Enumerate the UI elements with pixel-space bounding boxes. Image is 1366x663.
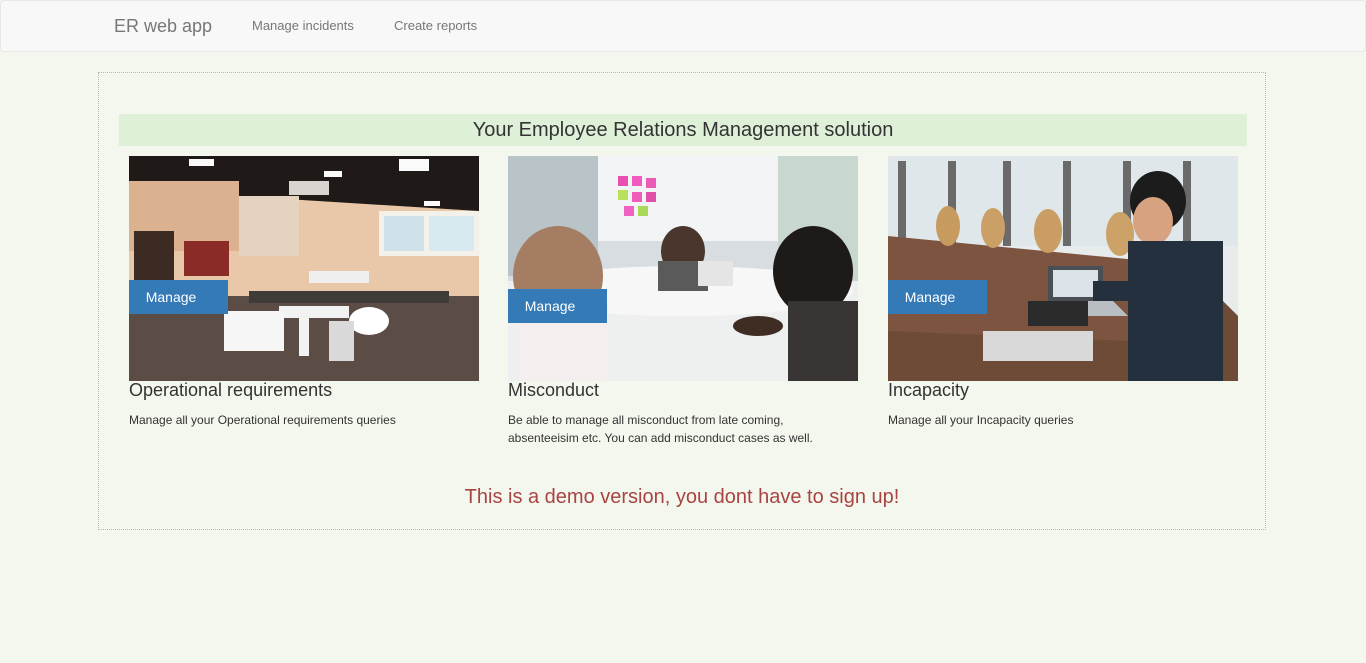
card-misconduct: Manage Misconduct Be able to manage all … — [508, 156, 858, 445]
boardroom-laptop-photo: Manage — [888, 156, 1238, 381]
meeting-table-photo: Manage — [508, 156, 858, 381]
top-navbar: ER web app Manage incidents Create repor… — [0, 0, 1366, 52]
card-description: Manage all your Operational requirements… — [129, 413, 396, 427]
nav-link-manage-incidents[interactable]: Manage incidents — [252, 18, 354, 33]
card-title: Operational requirements — [129, 380, 333, 400]
open-plan-office-photo: Manage — [129, 156, 479, 381]
card-operational-requirements: Manage Operational requirements Manage a… — [129, 156, 479, 427]
card-description: Manage all your Incapacity queries — [888, 413, 1074, 427]
manage-button[interactable]: Manage — [129, 280, 228, 314]
brand-link[interactable]: ER web app — [114, 16, 212, 37]
demo-version-notice: This is a demo version, you dont have to… — [464, 486, 900, 508]
manage-button[interactable]: Manage — [888, 280, 987, 314]
card-description: Be able to manage all misconduct from la… — [508, 413, 813, 445]
main-panel: Your Employee Relations Management solut… — [98, 72, 1266, 530]
card-incapacity: Manage Incapacity Manage all your Incapa… — [888, 156, 1238, 427]
card-title: Misconduct — [508, 380, 600, 400]
page-headline: Your Employee Relations Management solut… — [119, 114, 1247, 146]
nav-link-create-reports[interactable]: Create reports — [394, 18, 477, 33]
card-title: Incapacity — [888, 380, 970, 400]
manage-button[interactable]: Manage — [508, 289, 607, 323]
